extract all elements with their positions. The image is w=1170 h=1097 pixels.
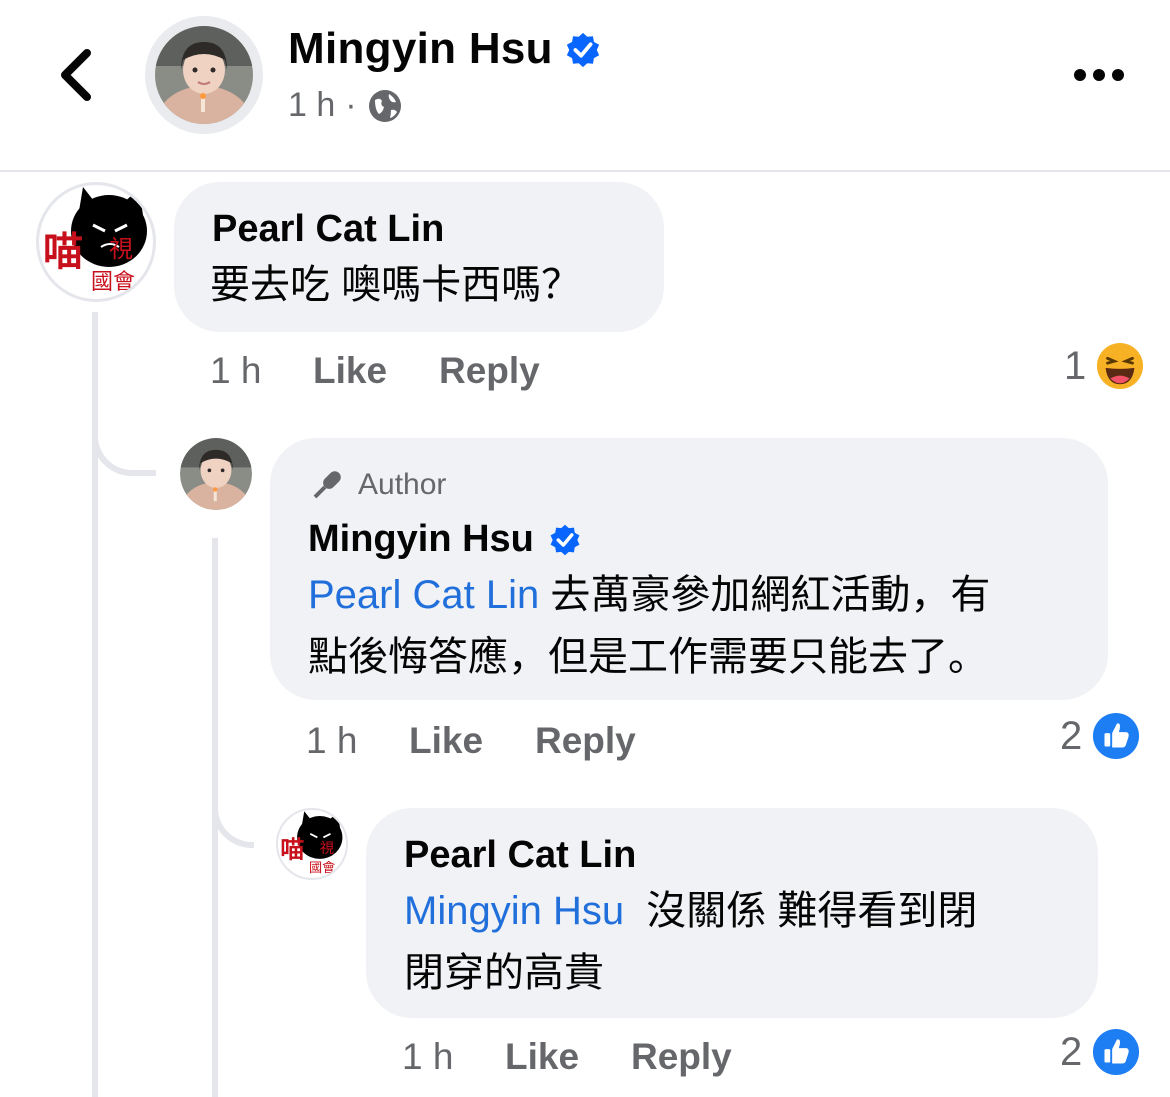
commenter-avatar[interactable]: 喵 視 國會 — [276, 808, 348, 880]
author-badge-label: Author — [358, 468, 447, 501]
reaction-count: 2 — [1060, 713, 1083, 758]
post-meta: 1 h · — [288, 86, 403, 125]
avatar-text-top: 喵 — [280, 836, 304, 864]
chevron-left-icon — [61, 49, 91, 101]
profile-photo — [155, 26, 253, 124]
reply-bubble[interactable]: Author Mingyin Hsu Pearl Cat Lin 去萬豪參加網紅… — [270, 438, 1108, 700]
cat-avatar-art: 喵 視 國會 — [43, 187, 147, 295]
reply-author[interactable]: Pearl Cat Lin — [404, 834, 636, 877]
haha-emoji-icon — [1096, 342, 1144, 390]
avatar-text-bottom: 國會 — [309, 860, 335, 876]
reply-text: Mingyin Hsu 沒關係 難得看到閉 閉穿的高貴 — [404, 880, 977, 1004]
more-horizontal-icon — [1074, 69, 1124, 81]
avatar-text-top: 喵 — [43, 229, 83, 275]
comment-text: 要去吃 噢嗎卡西嗎？ — [210, 263, 582, 307]
reply-text-line1: 沒關係 難得看到閉 — [624, 889, 978, 933]
reaction-count: 2 — [1060, 1029, 1083, 1074]
reply-actions: 1 h Like Reply — [402, 1036, 1002, 1080]
back-button[interactable] — [40, 40, 110, 110]
verified-badge-icon — [566, 32, 600, 68]
reply-actions: 1 h Like Reply — [306, 720, 906, 764]
cat-avatar-art: 喵 視 國會 — [280, 811, 343, 876]
reply-author-name: Mingyin Hsu — [308, 518, 534, 560]
reply-button[interactable]: Reply — [631, 1036, 732, 1078]
reply-text-line1: 去萬豪參加網紅活動，有 — [539, 573, 991, 617]
reply-time: 1 h — [306, 720, 358, 761]
reply-button[interactable]: Reply — [439, 350, 540, 392]
thread-connector-1 — [92, 420, 156, 476]
verified-badge-icon — [550, 524, 580, 555]
reaction-summary[interactable]: 2 — [1060, 712, 1140, 760]
comment-time: 1 h — [210, 350, 262, 391]
microphone-icon — [313, 471, 341, 499]
like-button[interactable]: Like — [409, 720, 483, 762]
reaction-summary[interactable]: 2 — [1060, 1028, 1140, 1076]
more-options-button[interactable] — [1064, 52, 1134, 98]
post-time: 1 h — [288, 86, 336, 124]
globe-icon[interactable] — [367, 88, 403, 124]
like-button[interactable]: Like — [505, 1036, 579, 1078]
comment-author[interactable]: Pearl Cat Lin — [212, 208, 444, 251]
meta-separator: · — [345, 86, 357, 124]
profile-photo — [180, 438, 252, 510]
avatar-text-mid: 視 — [109, 235, 133, 263]
author-badge: Author — [308, 466, 446, 504]
post-author-name[interactable]: Mingyin Hsu — [288, 24, 553, 74]
reply-text-line2: 點後悔答應，但是工作需要只能去了。 — [308, 635, 988, 679]
reaction-count: 1 — [1064, 343, 1087, 388]
like-icon — [1092, 1028, 1140, 1076]
header-divider — [0, 170, 1170, 172]
mention-link[interactable]: Pearl Cat Lin — [308, 573, 539, 617]
avatar-text-mid: 視 — [320, 840, 334, 857]
thread-connector-2 — [212, 796, 254, 848]
reply-bubble[interactable]: Pearl Cat Lin Mingyin Hsu 沒關係 難得看到閉 閉穿的高… — [366, 808, 1098, 1018]
like-button[interactable]: Like — [313, 350, 387, 392]
comment-actions: 1 h Like Reply — [210, 350, 810, 394]
reply-text: Pearl Cat Lin 去萬豪參加網紅活動，有 點後悔答應，但是工作需要只能… — [308, 564, 990, 688]
mention-link[interactable]: Mingyin Hsu — [404, 889, 624, 933]
reply-button[interactable]: Reply — [535, 720, 636, 762]
reply-time: 1 h — [402, 1036, 454, 1077]
reaction-summary[interactable]: 1 — [1064, 342, 1144, 390]
comment-bubble[interactable]: Pearl Cat Lin 要去吃 噢嗎卡西嗎？ — [174, 182, 664, 332]
commenter-avatar[interactable]: 喵 視 國會 — [36, 182, 156, 302]
header-avatar[interactable] — [145, 16, 263, 134]
reply-author[interactable]: Mingyin Hsu — [308, 518, 582, 561]
author-avatar[interactable] — [180, 438, 252, 510]
post-header: Mingyin Hsu 1 h · — [0, 0, 1170, 170]
like-icon — [1092, 712, 1140, 760]
avatar-text-bottom: 國會 — [91, 270, 135, 295]
reply-text-line2: 閉穿的高貴 — [404, 951, 604, 995]
